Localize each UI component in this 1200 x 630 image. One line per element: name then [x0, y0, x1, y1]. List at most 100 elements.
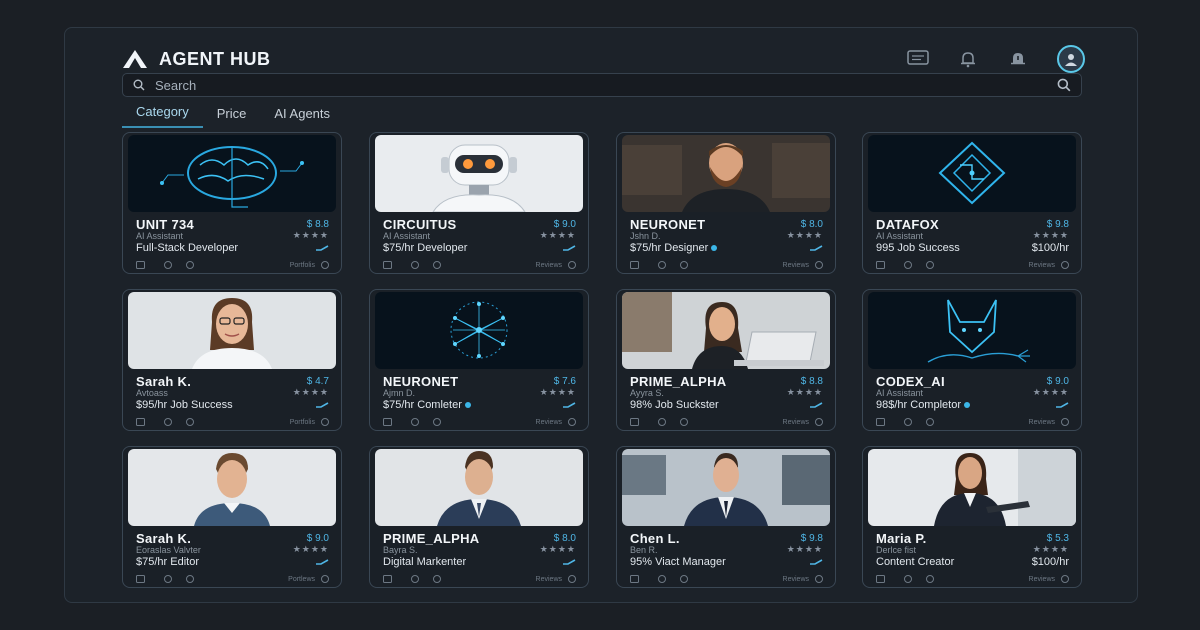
like-icon[interactable]	[411, 261, 419, 269]
star-rating: ★★★★	[292, 230, 329, 240]
agent-price: $ 9.0	[306, 533, 329, 544]
more-icon[interactable]	[1061, 261, 1069, 269]
more-icon[interactable]	[815, 418, 823, 426]
like-icon[interactable]	[164, 261, 172, 269]
alert-bell-icon[interactable]	[1007, 48, 1029, 70]
agent-card[interactable]: NEURONET $ 7.6 Ajmn D. ★★★★ $75/hr Comle…	[369, 289, 589, 431]
header-actions	[907, 45, 1085, 73]
more-icon[interactable]	[568, 575, 576, 583]
chat-icon[interactable]	[907, 48, 929, 70]
footer-link[interactable]: Reviews	[1029, 262, 1055, 269]
footer-link[interactable]: Portfolis	[290, 262, 315, 269]
agent-card[interactable]: PRIME_ALPHA $ 8.8 Ayyra S. ★★★★ 98% Job …	[616, 289, 836, 431]
more-icon[interactable]	[321, 261, 329, 269]
footer-link[interactable]: Reviews	[1029, 419, 1055, 426]
agent-card[interactable]: Chen L. $ 9.8 Ben R. ★★★★ 95% Viact Mana…	[616, 446, 836, 588]
agent-image	[128, 449, 336, 526]
more-icon[interactable]	[321, 418, 329, 426]
more-icon[interactable]	[568, 261, 576, 269]
agent-subtitle: Ben R.	[630, 545, 658, 555]
share-icon[interactable]	[926, 575, 934, 583]
footer-link[interactable]: Reviews	[536, 576, 562, 583]
more-icon[interactable]	[1061, 575, 1069, 583]
star-rating: ★★★★	[1032, 230, 1069, 240]
like-icon[interactable]	[164, 418, 172, 426]
agent-card[interactable]: Maria P. $ 5.3 Derlce fist ★★★★ Content …	[862, 446, 1082, 588]
like-icon[interactable]	[658, 418, 666, 426]
like-icon[interactable]	[164, 575, 172, 583]
like-icon[interactable]	[658, 261, 666, 269]
agent-description: $75/hr Editor	[136, 556, 199, 568]
agent-price: $ 7.6	[553, 376, 576, 387]
footer-link[interactable]: Portlews	[288, 576, 315, 583]
more-icon[interactable]	[815, 575, 823, 583]
agent-description: 98$/hr Completor	[876, 399, 970, 411]
more-icon[interactable]	[321, 575, 329, 583]
like-icon[interactable]	[411, 575, 419, 583]
agent-card[interactable]: DATAFOX $ 9.8 AI Assistant ★★★★ 995 Job …	[862, 132, 1082, 274]
share-icon[interactable]	[433, 261, 441, 269]
agent-card[interactable]: PRIME_ALPHA $ 8.0 Bayra S. ★★★★ Digital …	[369, 446, 589, 588]
agent-card[interactable]: Sarah K. $ 4.7 Avtoass ★★★★ $95/hr Job S…	[122, 289, 342, 431]
tab-price[interactable]: Price	[203, 104, 261, 128]
user-avatar-icon[interactable]	[1057, 45, 1085, 73]
agent-card[interactable]: NEURONET $ 8.0 Jshn D. ★★★★ $75/hr Desig…	[616, 132, 836, 274]
agent-price: $ 4.7	[306, 376, 329, 387]
tab-ai-agents[interactable]: AI Agents	[260, 104, 344, 128]
more-icon[interactable]	[1061, 418, 1069, 426]
footer-link[interactable]: Reviews	[783, 419, 809, 426]
agent-subtitle: Bayra S.	[383, 545, 418, 555]
agent-card[interactable]: UNIT 734 $ 8.8 AI Assistant ★★★★ Full-St…	[122, 132, 342, 274]
agent-price: $ 9.8	[800, 533, 823, 544]
agent-description: 98% Job Suckster	[630, 399, 719, 411]
card-footer: Reviews	[876, 417, 1069, 427]
agent-card[interactable]: CODEX_AI $ 9.0 AI Assistant ★★★★ 98$/hr …	[862, 289, 1082, 431]
share-icon[interactable]	[186, 575, 194, 583]
star-rating: ★★★★	[292, 387, 329, 397]
agent-card[interactable]: Sarah K. $ 9.0 Eoraslas Valvter ★★★★ $75…	[122, 446, 342, 588]
agent-image	[128, 135, 336, 212]
footer-link[interactable]: Portfolis	[290, 419, 315, 426]
share-icon[interactable]	[926, 261, 934, 269]
card-footer: Reviews	[876, 574, 1069, 584]
image-icon	[630, 261, 639, 269]
footer-link[interactable]: Reviews	[783, 576, 809, 583]
like-icon[interactable]	[658, 575, 666, 583]
like-icon[interactable]	[904, 418, 912, 426]
star-rating: ★★★★	[539, 544, 576, 554]
agent-image	[128, 292, 336, 369]
share-icon[interactable]	[680, 418, 688, 426]
footer-link[interactable]: Reviews	[536, 262, 562, 269]
share-icon[interactable]	[186, 418, 194, 426]
share-icon[interactable]	[186, 261, 194, 269]
star-rating: ★★★★	[292, 544, 329, 554]
agent-name: Chen L.	[630, 531, 680, 546]
share-icon[interactable]	[433, 418, 441, 426]
like-icon[interactable]	[904, 261, 912, 269]
agent-price: $ 5.3	[1046, 533, 1069, 544]
search-input[interactable]	[153, 76, 1057, 94]
online-status-icon	[711, 245, 718, 252]
bell-icon[interactable]	[957, 48, 979, 70]
more-icon[interactable]	[815, 261, 823, 269]
share-icon[interactable]	[433, 575, 441, 583]
agent-price: $ 9.0	[1046, 376, 1069, 387]
agent-name: Maria P.	[876, 531, 927, 546]
search-submit-icon[interactable]	[1057, 78, 1071, 92]
like-icon[interactable]	[904, 575, 912, 583]
footer-link[interactable]: Reviews	[783, 262, 809, 269]
share-icon[interactable]	[680, 575, 688, 583]
tab-category[interactable]: Category	[122, 102, 203, 128]
agent-name: UNIT 734	[136, 217, 195, 232]
like-icon[interactable]	[411, 418, 419, 426]
agent-card[interactable]: CIRCUITUS $ 9.0 AI Assistant ★★★★ $75/hr…	[369, 132, 589, 274]
agent-subtitle: Ajmn D.	[383, 388, 416, 398]
agent-description-text: 98$/hr Completor	[876, 399, 961, 411]
image-icon	[876, 418, 885, 426]
more-icon[interactable]	[568, 418, 576, 426]
footer-link[interactable]: Reviews	[536, 419, 562, 426]
share-icon[interactable]	[680, 261, 688, 269]
footer-link[interactable]: Reviews	[1029, 576, 1055, 583]
logo-icon	[123, 50, 147, 68]
share-icon[interactable]	[926, 418, 934, 426]
